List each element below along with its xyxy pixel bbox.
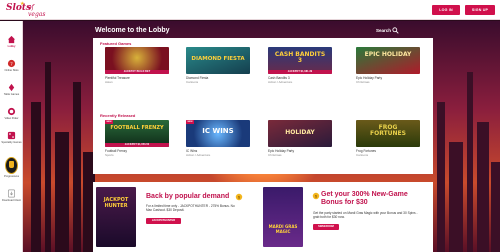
building bbox=[45, 62, 51, 252]
sidebar-item-online-slots[interactable]: 7 Online Slots bbox=[0, 57, 23, 81]
game-thumbnail[interactable]: DIAMOND FIESTA bbox=[186, 47, 250, 74]
promo-code-button[interactable]: SWEEDOOM bbox=[313, 224, 339, 230]
featured-games-heading: Featured Games bbox=[100, 41, 132, 46]
game-thumbnail[interactable]: CASH BANDITS 3 JACKPOT $1,081.39 bbox=[268, 47, 332, 74]
sidebar-item-speciality-games[interactable]: Speciality Games bbox=[0, 129, 23, 153]
new-badge: NEW bbox=[105, 120, 113, 124]
login-button[interactable]: LOG IN bbox=[432, 5, 460, 15]
promo-image-mardi-gras[interactable]: MARDI GRAS MAGIC bbox=[263, 187, 303, 247]
game-art-title: HOLIDAY bbox=[285, 129, 315, 136]
game-category: Christmas bbox=[356, 80, 370, 84]
game-art-title: IC WINS bbox=[202, 127, 234, 135]
promo-code-button[interactable]: JACKPOTHUNTER bbox=[146, 218, 181, 224]
new-badge: NEW bbox=[186, 120, 194, 124]
game-art-title: EPIC HOLIDAY bbox=[364, 51, 412, 58]
game-category: Christmas bbox=[268, 153, 282, 157]
site-logo[interactable]: Slots ★ of vegas bbox=[6, 1, 46, 18]
coin-icon: $ bbox=[312, 192, 320, 200]
game-category: Cartoons bbox=[186, 80, 199, 84]
building bbox=[449, 142, 463, 252]
trophy-badge-icon bbox=[5, 157, 18, 174]
sidebar-item-label: Speciality Games bbox=[1, 141, 22, 144]
sidebar: Lobby 7 Online Slots Table Games Video P… bbox=[0, 21, 23, 252]
star-icon: ★ bbox=[20, 1, 25, 7]
jackpot-strip: JACKPOT $1,053.50 bbox=[105, 143, 169, 147]
game-category: Action / Adventure bbox=[268, 80, 293, 84]
sidebar-item-video-poker[interactable]: Video Poker bbox=[0, 105, 23, 129]
poker-chip-icon bbox=[7, 107, 16, 116]
game-thumbnail[interactable]: IC WINS NEW bbox=[186, 120, 250, 147]
building bbox=[31, 102, 41, 252]
promo-description: Get the party started on Mardi Gras Magi… bbox=[313, 211, 418, 220]
game-category: Action / Adventure bbox=[186, 153, 211, 157]
sidebar-item-label: Online Slots bbox=[4, 69, 19, 72]
game-thumbnail[interactable]: FROG FORTUNES bbox=[356, 120, 420, 147]
jackpot-strip: JACKPOT BUILD BET bbox=[105, 70, 169, 74]
sidebar-item-table-games[interactable]: Table Games bbox=[0, 81, 23, 105]
game-thumbnail[interactable]: JACKPOT BUILD BET bbox=[105, 47, 169, 74]
logo-suffix: of vegas bbox=[28, 4, 46, 18]
game-thumbnail[interactable]: HOLIDAY bbox=[268, 120, 332, 147]
promo-title: Get your 300% New-Game Bonus for $30 bbox=[321, 191, 408, 206]
game-category: Asian bbox=[105, 80, 113, 84]
download-icon bbox=[7, 189, 16, 198]
search-button[interactable]: Search bbox=[376, 28, 391, 33]
game-art-title: DIAMOND FIESTA bbox=[191, 56, 245, 62]
sidebar-item-label: Progressives bbox=[4, 175, 19, 178]
building bbox=[491, 162, 500, 252]
building bbox=[55, 132, 69, 252]
cards-icon bbox=[8, 83, 15, 92]
game-art-title: FROG FORTUNES bbox=[370, 124, 406, 137]
top-bar: Slots ★ of vegas LOG IN SIGN UP bbox=[0, 0, 500, 20]
promo-art-title: JACKPOT HUNTER bbox=[103, 197, 129, 209]
game-category: Cartoons bbox=[356, 153, 369, 157]
sidebar-item-progressives[interactable]: Progressives bbox=[0, 155, 23, 183]
sidebar-item-label: Download Client bbox=[2, 199, 21, 202]
game-category: Sports bbox=[105, 153, 114, 157]
building bbox=[437, 102, 445, 252]
page-title: Welcome to the Lobby bbox=[95, 27, 170, 34]
jackpot-strip: JACKPOT $1,081.39 bbox=[268, 70, 332, 74]
game-art-title: CASH BANDITS 3 bbox=[274, 51, 326, 64]
building bbox=[467, 72, 473, 252]
game-thumbnail[interactable]: FOOTBALL FRENZY JACKPOT $1,053.50 NEW bbox=[105, 120, 169, 147]
building bbox=[477, 122, 489, 252]
slot-machine-icon: 7 bbox=[7, 59, 16, 68]
sidebar-item-label: Video Poker bbox=[4, 117, 19, 120]
game-art-title: FOOTBALL FRENZY bbox=[110, 125, 164, 131]
sidebar-item-label: Lobby bbox=[7, 45, 16, 48]
game-thumbnail[interactable]: EPIC HOLIDAY bbox=[356, 47, 420, 74]
signup-button[interactable]: SIGN UP bbox=[465, 5, 495, 15]
promo-art-title: MARDI GRAS MAGIC bbox=[268, 224, 298, 234]
search-icon[interactable] bbox=[392, 27, 399, 34]
sidebar-item-lobby[interactable]: Lobby bbox=[0, 33, 23, 57]
promo-description: For a limited time only - JACKPOTHUNTER … bbox=[146, 204, 235, 213]
promo-image-jackpot-hunter[interactable]: JACKPOT HUNTER bbox=[96, 187, 136, 247]
dice-icon bbox=[7, 131, 16, 140]
home-icon bbox=[7, 35, 16, 44]
recently-released-heading: Recently Released bbox=[100, 113, 136, 118]
coin-icon: $ bbox=[235, 193, 243, 201]
building bbox=[73, 82, 81, 252]
sidebar-item-download-client[interactable]: Download Client bbox=[0, 187, 23, 211]
sidebar-item-label: Table Games bbox=[3, 93, 20, 96]
